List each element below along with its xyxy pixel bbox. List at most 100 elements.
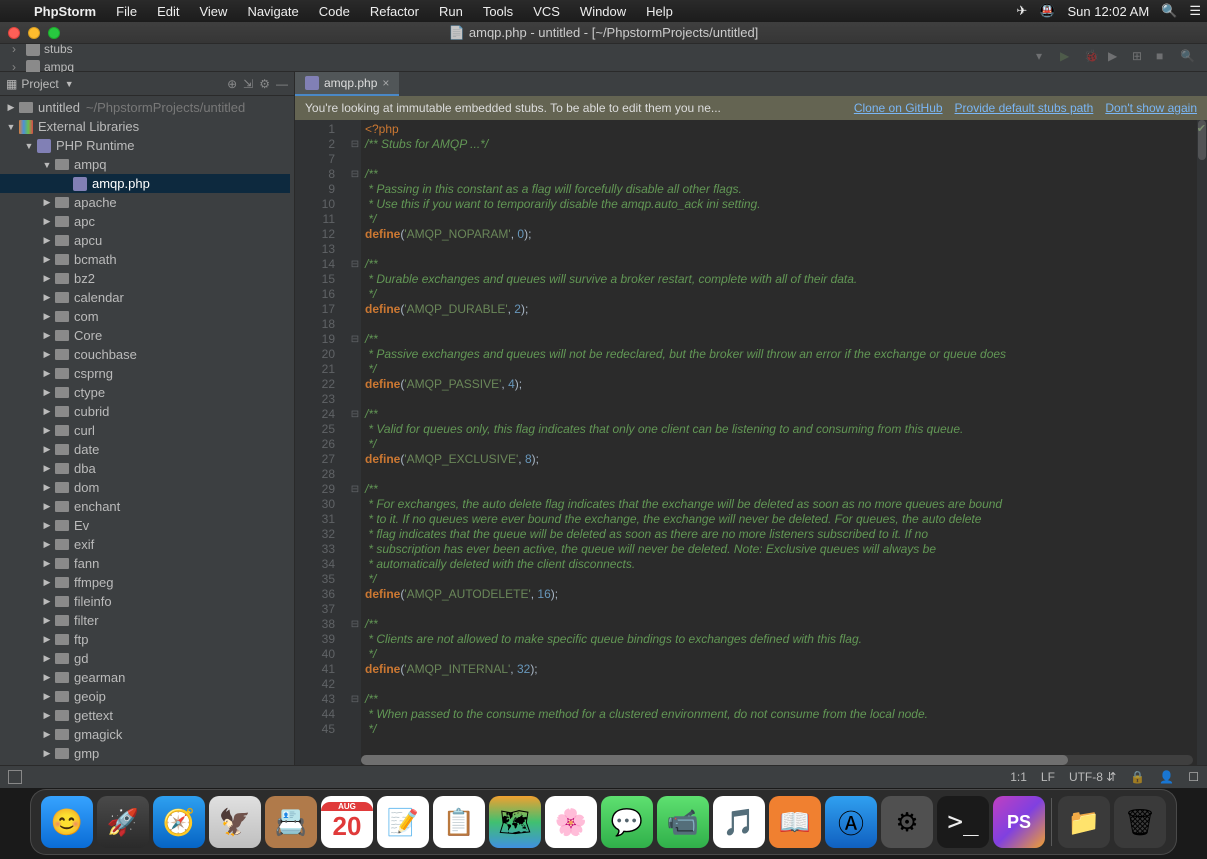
menu-vcs[interactable]: VCS [523,4,570,19]
app-menu[interactable]: PhpStorm [24,4,106,19]
tree-item[interactable]: ▶ftp [0,630,290,649]
chevron-right-icon[interactable]: ▶ [40,615,54,626]
tree-item[interactable]: ▶couchbase [0,345,290,364]
status-icon[interactable]: ✈ [1010,3,1033,19]
menu-tools[interactable]: Tools [473,4,523,19]
tree-item[interactable]: ▶enchant [0,497,290,516]
dock-photos[interactable]: 🌸 [545,796,597,848]
dock-phpstorm[interactable]: PS [993,796,1045,848]
error-stripe[interactable]: ✔ [1197,120,1207,765]
dock-facetime[interactable]: 📹 [657,796,709,848]
horizontal-scrollbar[interactable] [361,755,1193,765]
chevron-down-icon[interactable]: ▼ [22,141,36,151]
dock-appstore[interactable]: Ⓐ [825,796,877,848]
status-icon[interactable]: 🚇 [1033,3,1061,19]
close-window-button[interactable] [8,27,20,39]
chevron-right-icon[interactable]: ▶ [40,387,54,398]
chevron-right-icon[interactable]: ▶ [40,349,54,360]
tree-item[interactable]: ▶fann [0,554,290,573]
tree-item[interactable]: ▶dba [0,459,290,478]
dock-reminders[interactable]: 📋 [433,796,485,848]
code-area[interactable]: 1278910111213141516171819202122232425262… [295,120,1207,765]
editor-tab[interactable]: amqp.php × [295,72,399,96]
menu-view[interactable]: View [189,4,237,19]
code-text[interactable]: <?php/** Stubs for AMQP ...*/ /** * Pass… [361,120,1207,765]
chevron-right-icon[interactable]: ▶ [40,197,54,208]
chevron-right-icon[interactable]: ▶ [40,216,54,227]
locate-icon[interactable]: ⊕ [227,77,237,91]
dock-sysprefs[interactable]: ⚙ [881,796,933,848]
dock-notes[interactable]: 📝 [377,796,429,848]
chevron-right-icon[interactable]: ▶ [40,463,54,474]
tree-item[interactable]: ▶fileinfo [0,592,290,611]
menu-extras-icon[interactable]: ☰ [1183,3,1207,19]
tree-item[interactable]: ▶gd [0,649,290,668]
chevron-right-icon[interactable]: ▶ [40,330,54,341]
banner-link-dismiss[interactable]: Don't show again [1105,101,1197,115]
chevron-right-icon[interactable]: ▶ [40,539,54,550]
tool-window-button[interactable] [8,770,22,784]
dock-launchpad[interactable]: 🚀 [97,796,149,848]
search-everywhere-button[interactable]: 🔍 [1180,49,1198,67]
dock-maps[interactable]: 🗺 [489,796,541,848]
hide-icon[interactable]: — [276,77,288,91]
chevron-right-icon[interactable]: ▶ [40,444,54,455]
profile-button[interactable]: ⊞ [1132,49,1150,67]
project-header[interactable]: ▦ Project ▼ ⊕ ⇲ ⚙ — [0,72,294,96]
chevron-right-icon[interactable]: ▶ [40,729,54,740]
close-tab-button[interactable]: × [382,76,389,90]
chevron-right-icon[interactable]: ▶ [40,558,54,569]
chevron-right-icon[interactable]: ▶ [40,406,54,417]
tree-item[interactable]: ▼PHP Runtime [0,136,290,155]
coverage-button[interactable]: ▶ [1108,49,1126,67]
tree-item[interactable]: ▶Ev [0,516,290,535]
tree-item[interactable]: ▼ampq [0,155,290,174]
caret-position[interactable]: 1:1 [1010,770,1027,784]
run-button[interactable]: ▶ [1060,49,1078,67]
fold-column[interactable]: ⊟⊟⊟⊟⊟⊟⊟⊟ [349,120,361,765]
line-gutter[interactable]: 1278910111213141516171819202122232425262… [295,120,349,765]
tree-item[interactable]: ▶date [0,440,290,459]
tree-item[interactable]: ▶apache [0,193,290,212]
chevron-right-icon[interactable]: ▶ [40,634,54,645]
tree-item[interactable]: ▶csprng [0,364,290,383]
tree-item[interactable]: ▶curl [0,421,290,440]
tree-item[interactable]: ▶apcu [0,231,290,250]
chevron-right-icon[interactable]: ▶ [40,235,54,246]
menu-file[interactable]: File [106,4,147,19]
chevron-right-icon[interactable]: ▶ [40,273,54,284]
tree-item[interactable]: amqp.php [0,174,290,193]
chevron-right-icon[interactable]: ▶ [4,102,18,113]
tree-item[interactable]: ▶ffmpeg [0,573,290,592]
chevron-right-icon[interactable]: ▶ [40,653,54,664]
tree-item[interactable]: ▶apc [0,212,290,231]
chevron-right-icon[interactable]: ▶ [40,368,54,379]
debug-button[interactable]: 🐞 [1084,49,1102,67]
banner-link-stubs[interactable]: Provide default stubs path [955,101,1094,115]
tree-item[interactable]: ▶geoip [0,687,290,706]
tree-item[interactable]: ▼External Libraries [0,117,290,136]
tree-item[interactable]: ▶dom [0,478,290,497]
menu-window[interactable]: Window [570,4,636,19]
chevron-down-icon[interactable]: ▼ [40,160,54,170]
dock-messages[interactable]: 💬 [601,796,653,848]
dock-trash[interactable]: 🗑 [1114,796,1166,848]
run-config-dropdown[interactable]: ▾ [1036,49,1054,67]
tree-item[interactable]: ▶cubrid [0,402,290,421]
collapse-icon[interactable]: ⇲ [243,77,253,91]
dock-downloads[interactable]: 📁 [1058,796,1110,848]
tree-item[interactable]: ▶gearman [0,668,290,687]
chevron-right-icon[interactable]: ▶ [40,254,54,265]
dock-itunes[interactable]: 🎵 [713,796,765,848]
tree-item[interactable]: ▶com [0,307,290,326]
banner-link-clone[interactable]: Clone on GitHub [854,101,943,115]
project-tree[interactable]: ▶untitled~/PhpstormProjects/untitled▼Ext… [0,96,294,765]
tree-item[interactable]: ▶bcmath [0,250,290,269]
chevron-right-icon[interactable]: ▶ [40,748,54,759]
file-encoding[interactable]: UTF-8 ⇵ [1069,770,1116,784]
dock-finder[interactable]: 😊 [41,796,93,848]
tree-item[interactable]: ▶bz2 [0,269,290,288]
line-separator[interactable]: LF [1041,770,1055,784]
menu-run[interactable]: Run [429,4,473,19]
tree-item[interactable]: ▶gmagick [0,725,290,744]
